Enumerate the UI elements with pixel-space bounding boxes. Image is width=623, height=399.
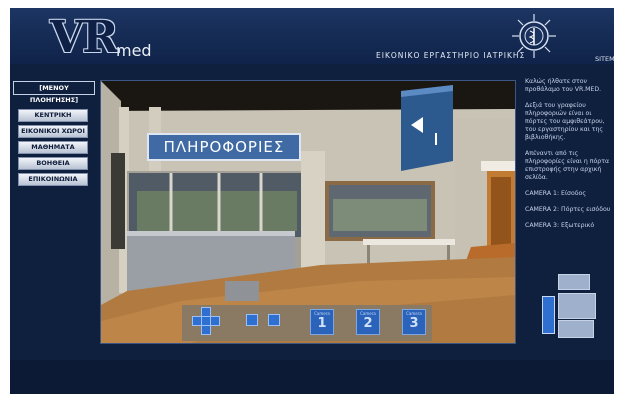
vertical-slider[interactable] (542, 296, 555, 334)
minimap-button-3[interactable] (558, 320, 594, 338)
nav-menu: ΚΕΝΤΡΙΚΗ ΕΙΚΟΝΙΚΟΙ ΧΩΡΟΙ ΜΑΘΗΜΑΤΑ ΒΟΗΘΕΙ… (18, 109, 88, 189)
vr-lobby-render (101, 81, 515, 343)
turn-right-icon[interactable] (210, 316, 220, 326)
info-camera-1: CAMERA 1: Είσοδος (525, 190, 586, 197)
info-doors: Δεξιά του γραφείου πληροφοριών είναι οι … (525, 102, 605, 141)
nav-item-virtual-spaces[interactable]: ΕΙΚΟΝΙΚΟΙ ΧΩΡΟΙ (18, 125, 88, 138)
camera-number: 2 (363, 316, 373, 331)
minimap-button-1[interactable] (558, 274, 590, 290)
app-frame: VR med ΕΙΚΟΝΙΚΟ ΕΡΓΑΣΤΗΡΙΟ ΙΑΤΡΙΚΗΣ SITE… (10, 8, 614, 394)
logo-vr[interactable]: VR (50, 12, 119, 63)
header: VR med ΕΙΚΟΝΙΚΟ ΕΡΓΑΣΤΗΡΙΟ ΙΑΤΡΙΚΗΣ SITE… (10, 8, 614, 64)
info-camera-2: CAMERA 2: Πόρτες εισόδου (525, 206, 611, 213)
logo-med: med (116, 41, 152, 60)
information-sign: ΠΛΗΡΟΦΟΡΙΕΣ (147, 133, 301, 161)
camera-number: 1 (317, 316, 327, 331)
nav-item-home[interactable]: ΚΕΝΤΡΙΚΗ (18, 109, 88, 122)
lab-title: ΕΙΚΟΝΙΚΟ ΕΡΓΑΣΤΗΡΙΟ ΙΑΤΡΙΚΗΣ (376, 51, 526, 60)
move-back-icon[interactable] (201, 325, 211, 335)
nav-menu-title: [ΜΕΝΟΥ ΠΛΟΗΓΗΣΗΣ] (13, 81, 95, 104)
sitemap-link[interactable]: SITEMAP (595, 55, 614, 63)
info-return: Απέναντι από τις πληροφορίες είναι η πόρ… (525, 150, 610, 181)
nav-item-contact[interactable]: ΕΠΙΚΟΙΝΩΝΙΑ (18, 173, 88, 186)
info-panel: Καλώς ήλθατε στον προθάλαμο του VR.MED. … (525, 78, 613, 238)
camera-3-button[interactable]: Camera 3 (402, 309, 426, 335)
minimap-button-2[interactable] (558, 293, 596, 319)
camera-number: 3 (409, 316, 419, 331)
footer (10, 360, 614, 394)
nav-item-lessons[interactable]: ΜΑΘΗΜΑΤΑ (18, 141, 88, 154)
info-welcome: Καλώς ήλθατε στον προθάλαμο του VR.MED. (525, 78, 602, 93)
camera-1-button[interactable]: Camera 1 (310, 309, 334, 335)
nav-item-help[interactable]: ΒΟΗΘΕΙΑ (18, 157, 88, 170)
look-up-icon[interactable] (246, 314, 258, 326)
caduceus-emblem-icon (512, 14, 556, 58)
camera-2-button[interactable]: Camera 2 (356, 309, 380, 335)
info-camera-3: CAMERA 3: Εξωτερικό (525, 222, 595, 229)
look-down-icon[interactable] (268, 314, 280, 326)
